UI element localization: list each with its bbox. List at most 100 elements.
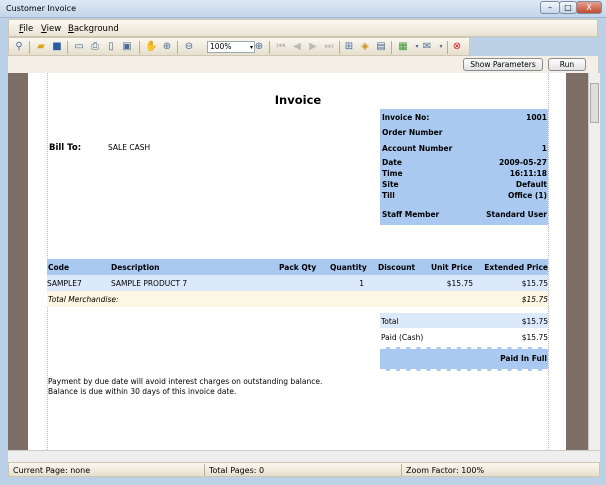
menu-bar: File View Background bbox=[8, 19, 598, 37]
zoom-in-2-icon[interactable]: ⊕ bbox=[253, 41, 265, 53]
separator bbox=[29, 41, 30, 54]
col-code: Code bbox=[48, 263, 70, 272]
show-parameters-button[interactable]: Show Parameters bbox=[463, 58, 543, 71]
info-row: Order Number bbox=[382, 128, 547, 137]
paid-label: Paid (Cash) bbox=[381, 333, 424, 342]
menu-background[interactable]: Background bbox=[68, 24, 119, 34]
col-discount: Discount bbox=[378, 263, 416, 272]
close-preview-icon[interactable]: ⊗ bbox=[451, 41, 463, 53]
info-value: Office (1) bbox=[508, 191, 547, 200]
total-value: $15.75 bbox=[521, 317, 548, 326]
page-border-right bbox=[566, 73, 588, 450]
payment-terms: Payment by due date will avoid interest … bbox=[48, 377, 322, 397]
scale-icon[interactable]: ▤ bbox=[375, 41, 387, 53]
info-label: Order Number bbox=[382, 128, 443, 137]
next-page-icon[interactable]: ▶ bbox=[307, 41, 319, 53]
separator bbox=[447, 41, 448, 54]
total-label: Total bbox=[381, 317, 399, 326]
item-unit-price: $15.75 bbox=[446, 279, 473, 288]
vertical-scrollbar[interactable] bbox=[588, 73, 600, 450]
prev-page-icon[interactable]: ◀ bbox=[291, 41, 303, 53]
table-header: Code Description Pack Qty Quantity Disco… bbox=[47, 259, 548, 275]
info-value: Default bbox=[515, 180, 547, 189]
menu-file[interactable]: File bbox=[19, 24, 33, 34]
col-unit-price: Unit Price bbox=[431, 263, 473, 272]
open-icon[interactable]: ▰ bbox=[35, 41, 47, 53]
bill-to-value: SALE CASH bbox=[108, 143, 151, 152]
chevron-down-icon[interactable]: ▾ bbox=[435, 41, 447, 53]
menu-view[interactable]: View bbox=[41, 24, 61, 34]
col-pack-qty: Pack Qty bbox=[279, 263, 317, 272]
bill-to-label: Bill To: bbox=[49, 143, 82, 153]
table-row: SAMPLE7 SAMPLE PRODUCT 7 1 $15.75 $15.75 bbox=[47, 275, 548, 291]
watermark-icon[interactable]: ◈ bbox=[359, 41, 371, 53]
first-page-icon[interactable]: ⏮ bbox=[275, 41, 287, 53]
total-merchandise-row: Total Merchandise: $15.75 bbox=[47, 291, 548, 307]
thumbnail-icon[interactable]: ▣ bbox=[121, 41, 133, 53]
separator bbox=[339, 41, 340, 54]
toolbar: ⚲ ▰ ■ ▭ ⎙ ▯ ▣ ✋ ⊕ ⊖ 100% ▾ ⊕ ⏮ ◀ ▶ ⏭ ⊞ ◈ … bbox=[8, 37, 470, 56]
col-description: Description bbox=[111, 263, 160, 272]
info-label: Staff Member bbox=[382, 210, 440, 219]
zoom-value: 100% bbox=[210, 42, 232, 51]
maximize-button[interactable]: □ bbox=[559, 1, 577, 14]
separator bbox=[204, 464, 205, 476]
window-title: Customer Invoice bbox=[6, 4, 77, 13]
info-label: Time bbox=[382, 169, 403, 178]
scroll-thumb[interactable] bbox=[590, 83, 599, 123]
email-icon[interactable]: ✉ bbox=[421, 41, 433, 53]
minimize-button[interactable]: – bbox=[540, 1, 560, 14]
info-row: Date 2009-05-27 bbox=[382, 158, 547, 167]
info-value: 1001 bbox=[526, 113, 547, 122]
paid-in-full-banner: Paid In Full bbox=[380, 347, 548, 371]
info-row: Time 16:11:18 bbox=[382, 169, 547, 178]
zoom-factor-status: Zoom Factor: 100% bbox=[406, 466, 485, 475]
paid-row: Paid (Cash) $15.75 bbox=[380, 329, 548, 344]
paid-in-full-label: Paid In Full bbox=[500, 354, 547, 363]
hand-icon[interactable]: ✋ bbox=[145, 41, 157, 53]
page-setup-icon[interactable]: ▭ bbox=[73, 41, 85, 53]
info-value: 1 bbox=[541, 144, 547, 153]
run-button[interactable]: Run bbox=[548, 58, 586, 71]
invoice-info-box: Invoice No: 1001 Order Number Account Numbe… bbox=[380, 109, 548, 225]
total-row: Total $15.75 bbox=[380, 313, 548, 328]
info-label: Till bbox=[382, 191, 395, 200]
last-page-icon[interactable]: ⏭ bbox=[323, 41, 335, 53]
margin-line bbox=[548, 73, 549, 450]
horizontal-scrollbar[interactable] bbox=[8, 450, 600, 462]
info-row: Till Office (1) bbox=[382, 191, 547, 200]
item-quantity: 1 bbox=[359, 279, 364, 288]
find-icon[interactable]: ⚲ bbox=[13, 41, 25, 53]
parameters-icon[interactable]: ⊞ bbox=[343, 41, 355, 53]
separator bbox=[67, 41, 68, 54]
total-merchandise-label: Total Merchandise: bbox=[48, 295, 119, 304]
save-icon[interactable]: ■ bbox=[51, 41, 63, 53]
info-label: Site bbox=[382, 180, 399, 189]
invoice-title: Invoice bbox=[274, 93, 322, 107]
payment-terms-line: Payment by due date will avoid interest … bbox=[48, 377, 323, 386]
col-extended-price: Extended Price bbox=[484, 263, 548, 272]
info-value: Standard User bbox=[486, 210, 547, 219]
separator bbox=[177, 41, 178, 54]
info-value: 2009-05-27 bbox=[499, 158, 547, 167]
total-merchandise-value: $15.75 bbox=[521, 295, 548, 304]
separator bbox=[391, 41, 392, 54]
zoom-select[interactable]: 100% ▾ bbox=[207, 41, 255, 53]
payment-terms-line: Balance is due within 30 days of this in… bbox=[48, 387, 237, 396]
print-icon[interactable]: ⎙ bbox=[89, 41, 101, 53]
col-quantity: Quantity bbox=[330, 263, 367, 272]
info-row: Staff Member Standard User bbox=[382, 210, 547, 219]
item-code: SAMPLE7 bbox=[47, 279, 82, 288]
item-extended-price: $15.75 bbox=[521, 279, 548, 288]
page-border-left bbox=[8, 73, 28, 450]
export-icon[interactable]: ▯ bbox=[105, 41, 117, 53]
close-button[interactable]: X bbox=[576, 1, 602, 14]
total-pages-status: Total Pages: 0 bbox=[209, 466, 265, 475]
separator bbox=[401, 464, 402, 476]
zoom-in-icon[interactable]: ⊕ bbox=[161, 41, 173, 53]
status-bar: Current Page: none Total Pages: 0 Zoom F… bbox=[8, 462, 600, 477]
item-description: SAMPLE PRODUCT 7 bbox=[111, 279, 188, 288]
info-row: Site Default bbox=[382, 180, 547, 189]
zoom-out-icon[interactable]: ⊖ bbox=[183, 41, 195, 53]
export-doc-icon[interactable]: ▦ bbox=[397, 41, 409, 53]
